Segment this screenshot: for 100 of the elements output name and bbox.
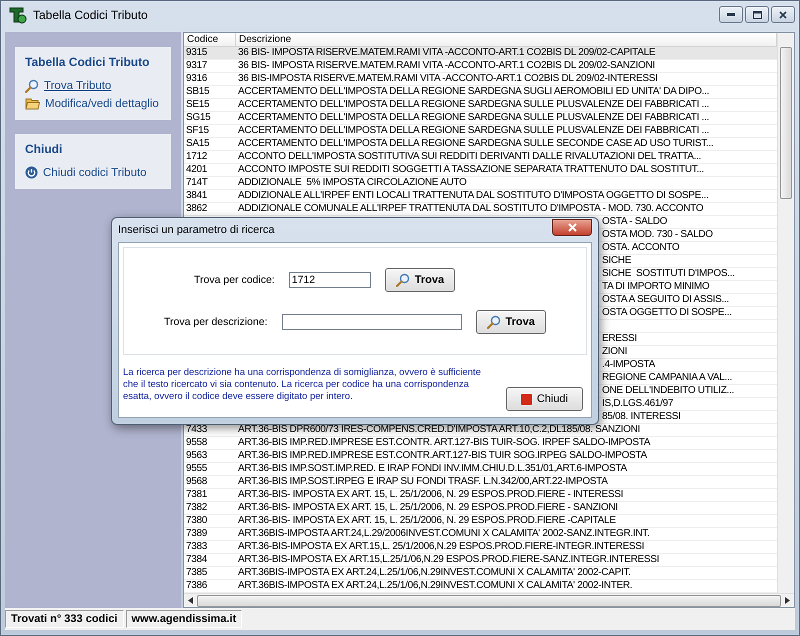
description-cell-text: ACCONTO IMPOSTE SUI REDDITI SOGGETTI A TASSAZIONE SEPARATA TRATTENUTO DAL SOSTITUT... [237, 164, 705, 176]
table-row[interactable]: 7380 ART.36-BIS- IMPOSTA EX ART. 15, L. 25/1/2006, N. 29 ESPOS.PROD.FIERE -CAPITALE [184, 515, 777, 528]
description-cell-text: 36 BIS-IMPOSTA RISERVE.MATEM.RAMI VITA -ACCONTO-ART.1 CO2BIS DL 209/02-INTERESSI [237, 73, 659, 85]
description-cell: 85/08. INTERESSI [602, 411, 681, 423]
search-button[interactable]: Trova [476, 310, 546, 334]
code-cell-text: 7384 [185, 554, 208, 566]
close-button[interactable] [771, 6, 795, 23]
code-cell-text: SE15 [185, 99, 210, 111]
code-cell-text: 1712 [185, 151, 208, 163]
code-cell-text: 9563 [185, 450, 208, 462]
scroll-thumb[interactable] [780, 47, 792, 199]
close-button[interactable] [552, 218, 592, 236]
code-cell-text: 7385 [185, 567, 208, 579]
table-row[interactable]: 9568 ART.36-BIS IMP.SOST.IRPEG E IRAP SU FONDI TRASF. L.N.342/00,ART.22-IMPOSTA [184, 476, 777, 489]
description-cell-text: 36 BIS- IMPOSTA RISERVE.MATEM.RAMI VITA -ACCONTO-ART.1 CO2BIS DL 209/02-SANZIONI [237, 60, 656, 72]
table-row[interactable]: 9317 36 BIS- IMPOSTA RISERVE.MATEM.RAMI VITA -ACCONTO-ART.1 CO2BIS DL 209/02-SANZIONI [184, 60, 777, 73]
description-cell-text: ART.36-BIS IMP.RED.IMPRESE EST.CONTR. ART.127-BIS TUIR-SOG. IRPEF SALDO-IMPOSTA [237, 437, 652, 449]
description-cell-text: ART.36-BIS- IMPOSTA EX ART. 15, L. 25/1/2006, N. 29 ESPOS.PROD.FIERE - SANZIONI [237, 502, 619, 514]
table-row[interactable]: 7384 ART.36-BIS-IMPOSTA EX ART.15,L.25/1/06,N.29 ESPOS.PROD.FIERE-SANZ.INTEGR.INTERESSI [184, 554, 777, 567]
maximize-icon [752, 10, 762, 18]
code-cell-text: 9558 [185, 437, 208, 449]
table-row[interactable]: 9558 ART.36-BIS IMP.RED.IMPRESE EST.CONTR. ART.127-BIS TUIR-SOG. IRPEF SALDO-IMPOSTA [184, 437, 777, 450]
code-cell-text: SA15 [185, 138, 210, 150]
description-cell-text: ACCERTAMENTO DELL'IMPOSTA DELLA REGIONE SARDEGNA SUGLI AEROMOBILI ED UNITA' DA DIPO... [237, 86, 710, 98]
close-dialog-button[interactable]: Chiudi [506, 387, 583, 411]
table-row[interactable]: 3862 ADDIZIONALE COMUNALE ALL'IRPEF TRATTENUTA DAL SOSTITUTO D'IMPOSTA - MOD. 730. ACCONTO [184, 203, 777, 216]
column-header[interactable]: Codice [184, 33, 236, 46]
vertical-scrollbar[interactable] [777, 33, 794, 593]
table-row[interactable]: 9315 36 BIS- IMPOSTA RISERVE.MATEM.RAMI VITA -ACCONTO-ART.1 CO2BIS DL 209/02-CAPITALE [184, 47, 777, 60]
description-cell: TA DI IMPORTO MINIMO [602, 281, 710, 293]
description-cell-text: ACCERTAMENTO DELL'IMPOSTA DELLA REGIONE SARDEGNA SULLE PLUSVALENZE DEI FABBRICATI ... [237, 112, 710, 124]
description-cell: IS,D.LGS.461/97 [602, 398, 674, 410]
close-icon [568, 222, 576, 232]
code-cell-text: 7389 [185, 528, 208, 540]
table-row[interactable]: 7382 ART.36-BIS- IMPOSTA EX ART. 15, L. 25/1/2006, N. 29 ESPOS.PROD.FIERE - SANZIONI [184, 502, 777, 515]
minimize-button[interactable] [719, 6, 743, 23]
minimize-icon [727, 13, 735, 16]
table-row[interactable]: 7385 ART.36BIS-IMPOSTA EX ART.24,L.25/1/06,N.29INVEST.COMUNI X CALAMITA' 2002-CAPIT. [184, 567, 777, 580]
code-cell-text: 7433 [185, 424, 208, 436]
table-row[interactable]: 7433 ART.36-BIS DPR600/73 IRES-COMPENS.CRED.D'IMPOSTA ART.10,C.2,DL185/08. SANZIONI [184, 424, 777, 437]
table-row[interactable]: 4201 ACCONTO IMPOSTE SUI REDDITI SOGGETTI A TASSAZIONE SEPARATA TRATTENUTO DAL SOSTITUT... [184, 164, 777, 177]
table-row[interactable]: 9555 ART.36-BIS IMP.SOST.IMP.RED. E IRAP FONDI INV.IMM.CHIU.D.L.351/01,ART.6-IMPOSTA [184, 463, 777, 476]
status-text: Trovati n° 333 codici [5, 610, 124, 628]
description-cell-text: ART.36-BIS- IMPOSTA EX ART. 15, L. 25/1/2006, N. 29 ESPOS.PROD.FIERE - INTERESSI [237, 489, 624, 501]
description-cell-text: ART.36-BIS-IMPOSTA EX ART.15,L.25/1/06,N.29 ESPOS.PROD.FIERE-SANZ.INTEGR.INTERESSI [237, 554, 660, 566]
table-row[interactable]: SE15 ACCERTAMENTO DELL'IMPOSTA DELLA REGIONE SARDEGNA SULLE PLUSVALENZE DEI FABBRICATI ... [184, 99, 777, 112]
table-row[interactable]: 7389 ART.36BIS-IMPOSTA ART.24,L.29/2006INVEST.COMUNI X CALAMITA' 2002-SANZ.INTEGR.INT. [184, 528, 777, 541]
table-row[interactable]: 1712 ACCONTO DELL'IMPOSTA SOSTITUTIVA SUI REDDITI DERIVANTI DALLE RIVALUTAZIONI DEL TRATTA... [184, 151, 777, 164]
description-cell: REGIONE CAMPANIA A VAL... [602, 372, 732, 384]
description-cell: OSTA OGGETTO DI SOSPE... [602, 307, 732, 319]
code-cell-text: 4201 [185, 164, 208, 176]
panel-title: Chiudi [25, 142, 64, 156]
description-cell: ZIONI [602, 346, 628, 358]
description-cell-text: ART.36-BIS IMP.RED.IMPRESE EST.CONTR.ART.127-BIS TUIR SOG.IRPEG SALDO-IMPOSTA [237, 450, 648, 462]
input-field[interactable]: 1712 [288, 272, 371, 288]
table-row[interactable]: 9316 36 BIS-IMPOSTA RISERVE.MATEM.RAMI VITA -ACCONTO-ART.1 CO2BIS DL 209/02-INTERESSI [184, 73, 777, 86]
table-row[interactable]: 714T ADDIZIONALE 5% IMPOSTA CIRCOLAZIONE AUTO [184, 177, 777, 190]
table-row[interactable]: 3841 ADDIZIONALE ALL'IRPEF ENTI LOCALI TRATTENUTA DAL SOSTITUTO D'IMPOSTA OGGETTO DI SOSPE... [184, 190, 777, 203]
table-row[interactable]: 7383 ART.36-BIS-IMPOSTA EX ART.15,L. 25/1/2006,N.29 ESPOS.PROD.FIERE-INTEGR.INTERESSI [184, 541, 777, 554]
status-text: www.agendissima.it [126, 610, 242, 628]
sidebar-link[interactable]: Modifica/vedi dettaglio [25, 97, 159, 110]
table-row[interactable]: 7381 ART.36-BIS- IMPOSTA EX ART. 15, L. 25/1/2006, N. 29 ESPOS.PROD.FIERE - INTERESSI [184, 489, 777, 502]
code-cell-text: 9555 [185, 463, 208, 475]
description-cell: SICHE SOSTITUTI D'IMPOS... [602, 268, 735, 280]
app-logo-icon [9, 6, 27, 24]
code-cell-text: 7381 [185, 489, 208, 501]
table-row[interactable]: 9563 ART.36-BIS IMP.RED.IMPRESE EST.CONTR.ART.127-BIS TUIR SOG.IRPEG SALDO-IMPOSTA [184, 450, 777, 463]
code-cell-text: SG15 [185, 112, 212, 124]
scroll-thumb[interactable] [197, 594, 781, 606]
table-row[interactable]: SB15 ACCERTAMENTO DELL'IMPOSTA DELLA REGIONE SARDEGNA SUGLI AEROMOBILI ED UNITA' DA DIPO... [184, 86, 777, 99]
code-cell-text: 7386 [185, 580, 208, 592]
field-label: Trova per codice: [194, 274, 275, 286]
power-icon [25, 166, 38, 179]
code-cell-text: 3841 [185, 190, 208, 202]
panel-title: Tabella Codici Tributo [25, 55, 150, 69]
description-cell: ERESSI [602, 333, 637, 345]
input-field[interactable] [282, 314, 462, 330]
code-cell-text: 714T [185, 177, 209, 189]
table-row[interactable]: SF15 ACCERTAMENTO DELL'IMPOSTA DELLA REGIONE SARDEGNA SULLE PLUSVALENZE DEI FABBRICATI ... [184, 125, 777, 138]
maximize-button[interactable] [745, 6, 769, 23]
scroll-right-icon [785, 597, 790, 604]
sidebar-link[interactable]: Chiudi codici Tributo [25, 166, 147, 179]
field-label: Trova per descrizione: [164, 316, 268, 328]
horizontal-scrollbar[interactable] [184, 593, 794, 607]
description-cell: OSTA. ACCONTO [602, 242, 680, 254]
code-cell-text: 3862 [185, 203, 208, 215]
table-row[interactable]: SG15 ACCERTAMENTO DELL'IMPOSTA DELLA REGIONE SARDEGNA SULLE PLUSVALENZE DEI FABBRICATI ... [184, 112, 777, 125]
table-row[interactable]: 7386 ART.36BIS-IMPOSTA EX ART.24,L.25/1/06,N.29INVEST.COMUNI X CALAMITA' 2002-INTER. [184, 580, 777, 593]
sidebar-link[interactable]: Trova Tributo [25, 79, 112, 93]
description-cell-text: ART.36-BIS DPR600/73 IRES-COMPENS.CRED.D'IMPOSTA ART.10,C.2,DL185/08. SANZIONI [237, 424, 641, 436]
search-icon [486, 315, 500, 329]
description-cell-text: ART.36BIS-IMPOSTA ART.24,L.29/2006INVEST.COMUNI X CALAMITA' 2002-SANZ.INTEGR.INT. [237, 528, 650, 540]
description-cell: SICHE [602, 255, 632, 267]
code-cell-text: 9316 [185, 73, 208, 85]
code-cell-text: 7383 [185, 541, 208, 553]
description-cell-text: ACCERTAMENTO DELL'IMPOSTA DELLA REGIONE SARDEGNA SULLE SECONDE CASE AD USO TURIST... [237, 138, 714, 150]
search-button[interactable]: Trova [384, 268, 456, 292]
description-cell-text: ART.36-BIS-IMPOSTA EX ART.15,L. 25/1/2006,N.29 ESPOS.PROD.FIERE-INTEGR.INTERESSI [237, 541, 646, 553]
table-row[interactable]: SA15 ACCERTAMENTO DELL'IMPOSTA DELLA REGIONE SARDEGNA SULLE SECONDE CASE AD USO TURIST... [184, 138, 777, 151]
folder-icon [25, 97, 40, 110]
